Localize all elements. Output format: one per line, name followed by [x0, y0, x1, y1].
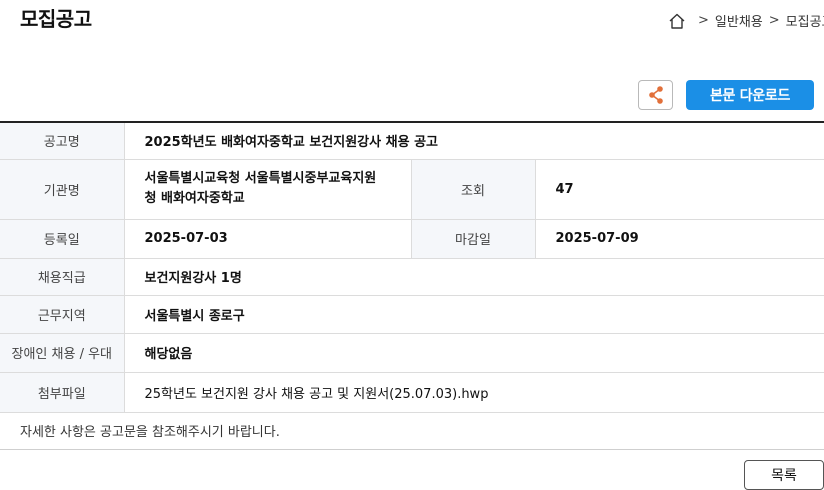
- table-row: 장애인 채용 / 우대 해당없음: [0, 333, 824, 373]
- download-body-button[interactable]: 본문 다운로드: [686, 80, 814, 110]
- disability-value: 해당없음: [124, 333, 824, 373]
- attachment-link[interactable]: 25학년도 보건지원 강사 채용 공고 및 지원서(25.07.03).hwp: [124, 372, 824, 413]
- registered-date-label: 등록일: [0, 219, 125, 259]
- location-label: 근무지역: [0, 295, 125, 334]
- deadline-label: 마감일: [411, 219, 536, 259]
- home-icon[interactable]: [668, 12, 686, 30]
- position-value: 보건지원강사 1명: [124, 258, 824, 296]
- posting-info-table: 공고명 2025학년도 배화여자중학교 보건지원강사 채용 공고 기관명 서울특…: [0, 121, 824, 413]
- agency-value: 서울특별시교육청 서울특별시중부교육지원 청 배화여자중학교: [124, 159, 412, 220]
- views-label: 조회: [411, 159, 536, 220]
- title-value: 2025학년도 배화여자중학교 보건지원강사 채용 공고: [124, 122, 824, 160]
- breadcrumb-separator: >: [698, 13, 709, 28]
- agency-label: 기관명: [0, 159, 125, 220]
- location-value: 서울특별시 종로구: [124, 295, 824, 334]
- list-button[interactable]: 목록: [744, 460, 824, 490]
- share-icon: [648, 86, 663, 104]
- action-bar: 본문 다운로드: [638, 80, 814, 110]
- page-title: 모집공고: [20, 7, 92, 31]
- registered-date-value: 2025-07-03: [124, 219, 412, 259]
- table-row: 채용직급 보건지원강사 1명: [0, 258, 824, 296]
- table-row: 등록일 2025-07-03 마감일 2025-07-09: [0, 219, 824, 259]
- notice-text: 자세한 사항은 공고문을 참조해주시기 바랍니다.: [0, 412, 824, 450]
- breadcrumb: > 일반채용 > 모집공고: [668, 11, 824, 30]
- agency-value-line: 서울특별시교육청 서울특별시중부교육지원: [144, 171, 377, 186]
- attachment-label: 첨부파일: [0, 372, 125, 413]
- agency-value-line: 청 배화여자중학교: [144, 191, 245, 206]
- table-row: 기관명 서울특별시교육청 서울특별시중부교육지원 청 배화여자중학교 조회 47: [0, 159, 824, 220]
- table-row: 공고명 2025학년도 배화여자중학교 보건지원강사 채용 공고: [0, 122, 824, 160]
- views-value: 47: [535, 159, 824, 220]
- breadcrumb-item-general-hiring[interactable]: 일반채용: [715, 11, 763, 30]
- share-button[interactable]: [638, 80, 673, 110]
- title-label: 공고명: [0, 122, 125, 160]
- breadcrumb-item-recruitment[interactable]: 모집공고: [786, 11, 824, 30]
- deadline-value: 2025-07-09: [535, 219, 824, 259]
- position-label: 채용직급: [0, 258, 125, 296]
- disability-label: 장애인 채용 / 우대: [0, 333, 125, 373]
- table-row: 첨부파일 25학년도 보건지원 강사 채용 공고 및 지원서(25.07.03)…: [0, 372, 824, 413]
- breadcrumb-separator: >: [768, 13, 780, 28]
- table-row: 근무지역 서울특별시 종로구: [0, 295, 824, 334]
